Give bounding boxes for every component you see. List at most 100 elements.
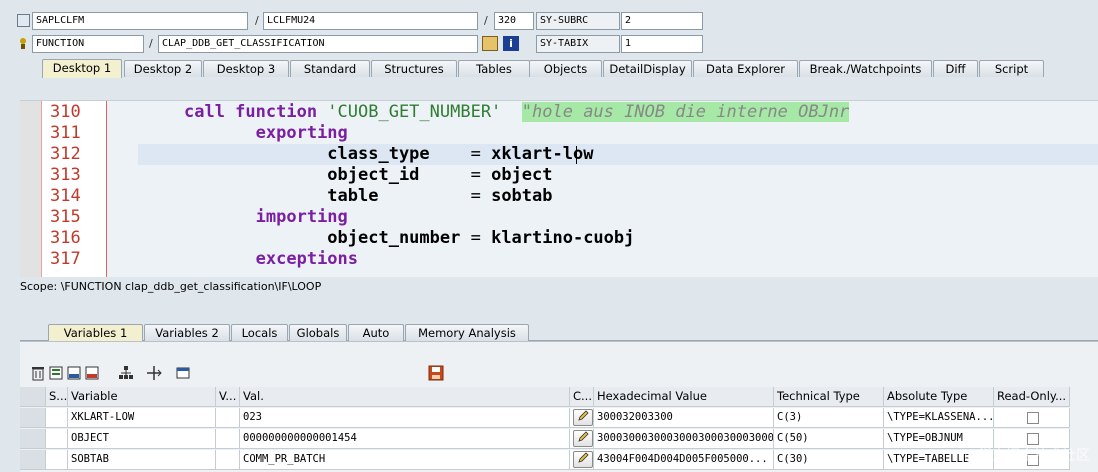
sy-tabix-value[interactable]: 1 [621,35,703,53]
tab-locals[interactable]: Locals [231,324,288,341]
separator: / [149,37,153,50]
code-line[interactable]: 312 class_type = xklart-low [20,144,1098,165]
tab-standard[interactable]: Standard [290,60,370,77]
tab-script[interactable]: Script [979,60,1044,77]
code-text: table = sobtab [327,186,553,206]
column-header[interactable]: S... [46,387,68,407]
table-cell[interactable] [216,408,240,428]
tab-desktop-3[interactable]: Desktop 3 [203,60,289,77]
line-number: 313 [50,165,81,185]
navigate-icon[interactable] [146,365,162,381]
tab-globals[interactable]: Globals [289,324,347,341]
column-header[interactable]: Technical Type [774,387,884,407]
tab-auto[interactable]: Auto [348,324,404,341]
display-object-icon[interactable] [482,36,498,51]
type-field: FUNCTION [32,35,144,53]
table-save-icon[interactable] [84,365,100,381]
function-icon [16,36,30,50]
table-cell[interactable]: COMM_PR_BATCH [240,450,570,470]
select-all-cell[interactable] [20,387,46,407]
tab-tables[interactable]: Tables [458,60,530,77]
table-cell[interactable]: 43004F004D004D005F005000... [594,450,774,470]
function-name-field[interactable]: CLAP_DDB_GET_CLASSIFICATION [158,35,478,53]
code-line[interactable]: 317 exceptions [20,249,1098,270]
edit-cell[interactable] [570,450,594,470]
code-line[interactable]: 313 object_id = object [20,165,1098,186]
tab-desktop-2[interactable]: Desktop 2 [124,60,202,77]
delete-icon[interactable] [30,365,46,381]
code-line[interactable]: 310 call function 'CUOB_GET_NUMBER' "hole… [20,102,1098,123]
line-number: 312 [50,144,81,164]
table-cell[interactable] [46,408,68,428]
table-cell[interactable]: 300032003300 [594,408,774,428]
tab-desktop-1[interactable]: Desktop 1 [42,59,122,78]
tab-detaildisplay[interactable]: DetailDisplay [603,60,692,77]
table-cell[interactable]: \TYPE=KLASSENA... [884,408,994,428]
window-icon[interactable] [175,365,191,381]
table-cell[interactable] [46,429,68,449]
table-cell[interactable]: 000000000000001454 [240,429,570,449]
edit-cell[interactable] [570,429,594,449]
line-number: 316 [50,228,81,248]
row-selector[interactable] [20,429,46,449]
info-icon[interactable]: i [503,36,519,51]
edit-cell[interactable] [570,408,594,428]
table-cell[interactable]: C(3) [774,408,884,428]
code-line[interactable]: 314 table = sobtab [20,186,1098,207]
column-header[interactable]: Absolute Type [884,387,994,407]
list-icon[interactable] [48,365,64,381]
tab-break-watchpoints[interactable]: Break./Watchpoints [799,60,932,77]
table-cell[interactable]: SOBTAB [68,450,216,470]
code-line[interactable]: 316 object_number = klartino-cuobj [20,228,1098,249]
include-field[interactable]: LCLFMU24 [263,12,478,30]
code-line[interactable]: 311 exporting [20,123,1098,144]
desktop-panel [20,78,1098,100]
table-cell[interactable]: XKLART-LOW [68,408,216,428]
table-cell[interactable]: 3000300030003000300030003000... [594,429,774,449]
line-field[interactable]: 320 [494,12,534,30]
readonly-checkbox[interactable] [1027,433,1039,445]
separator: / [255,14,259,27]
tab-objects[interactable]: Objects [529,60,602,77]
pencil-icon[interactable] [573,409,593,426]
hierarchy-icon[interactable] [118,365,134,381]
code-editor[interactable]: 310 call function 'CUOB_GET_NUMBER' "hole… [20,100,1098,277]
table-cell[interactable]: OBJECT [68,429,216,449]
pencil-icon[interactable] [573,430,593,447]
table-cell[interactable]: C(30) [774,450,884,470]
row-selector[interactable] [20,408,46,428]
line-number: 317 [50,249,81,269]
line-number: 310 [50,102,81,122]
tab-diff[interactable]: Diff [933,60,978,77]
table-cell[interactable]: 023 [240,408,570,428]
table-cell[interactable] [216,450,240,470]
column-header[interactable]: C... [570,387,594,407]
column-header[interactable]: Val. [240,387,570,407]
column-header[interactable]: Hexadecimal Value [594,387,774,407]
column-header[interactable]: Variable [68,387,216,407]
tab-memory-analysis[interactable]: Memory Analysis [405,324,529,341]
row-selector[interactable] [20,450,46,470]
table-cell[interactable] [46,450,68,470]
program-field[interactable]: SAPLCLFM [32,12,248,30]
text-cursor [576,146,577,164]
tab-variables-1[interactable]: Variables 1 [48,324,143,341]
code-text: exporting [255,123,348,143]
column-header[interactable]: Read-Only... [994,387,1070,407]
sy-subrc-value[interactable]: 2 [621,12,703,30]
code-text: importing [255,207,348,227]
code-line[interactable]: 315 importing [20,207,1098,228]
table-load-icon[interactable] [66,365,82,381]
pencil-icon[interactable] [573,451,593,468]
table-cell[interactable] [216,429,240,449]
tab-variables-2[interactable]: Variables 2 [144,324,230,341]
table-cell[interactable] [994,408,1070,428]
sy-tabix-label: SY-TABIX [536,35,620,53]
table-cell[interactable]: C(50) [774,429,884,449]
column-header[interactable]: V... [216,387,240,407]
readonly-checkbox[interactable] [1027,412,1039,424]
save-icon[interactable] [428,365,444,381]
separator: / [484,14,488,27]
tab-data-explorer[interactable]: Data Explorer [693,60,798,77]
tab-structures[interactable]: Structures [371,60,457,77]
